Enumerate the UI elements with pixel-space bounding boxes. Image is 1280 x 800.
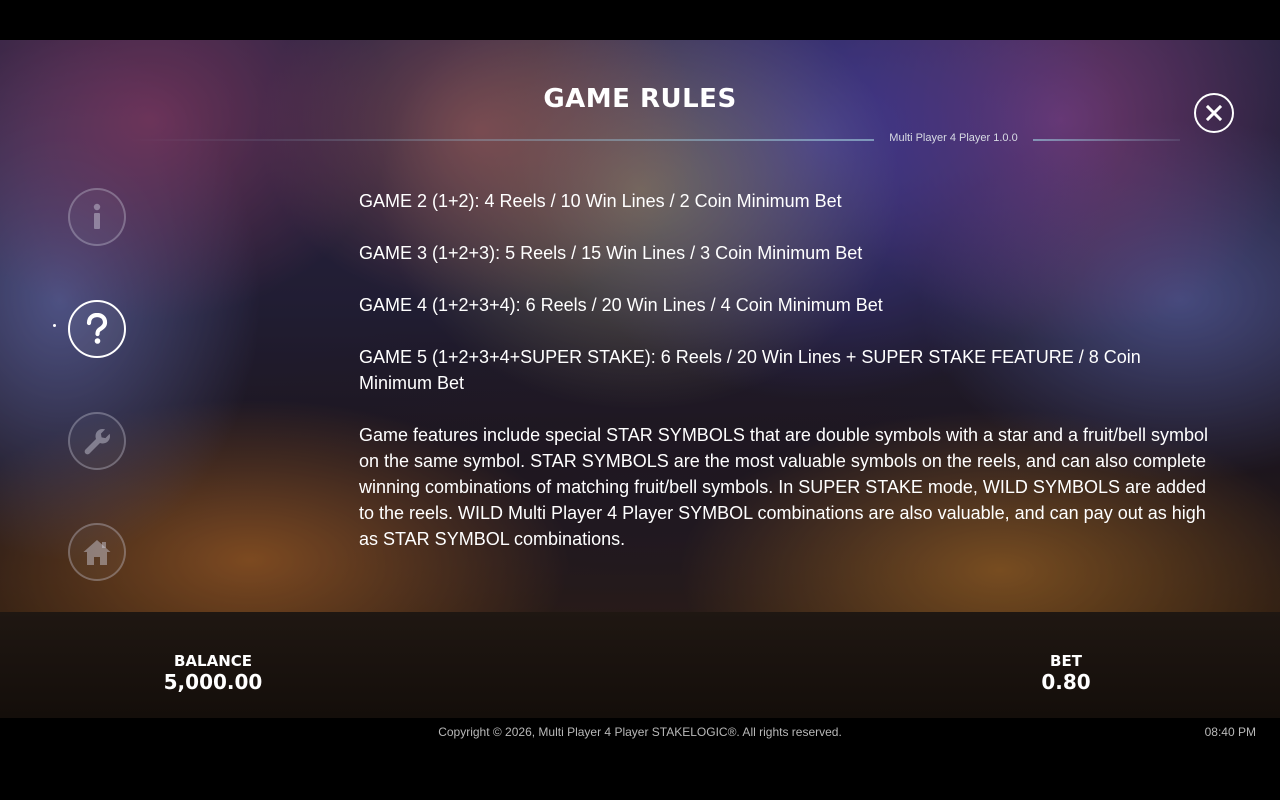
bet-label: BET bbox=[1050, 652, 1082, 670]
close-button[interactable] bbox=[1194, 93, 1234, 133]
footer: Copyright © 2026, Multi Player 4 Player … bbox=[0, 718, 1280, 800]
close-icon bbox=[1205, 104, 1223, 122]
bet-display: BET 0.80 bbox=[1016, 652, 1116, 694]
page-title: GAME RULES bbox=[543, 84, 737, 114]
rule-paragraph: GAME 2 (1+2): 4 Reels / 10 Win Lines / 2… bbox=[359, 191, 842, 211]
home-button[interactable] bbox=[68, 523, 126, 581]
rule-paragraph: GAME 4 (1+2+3+4): 6 Reels / 20 Win Lines… bbox=[359, 295, 883, 315]
rules-text: GAME 2 (1+2): 4 Reels / 10 Win Lines / 2… bbox=[359, 188, 1209, 578]
game-screen: GAME RULES Multi Player 4 Player 1.0.0 G… bbox=[0, 0, 1280, 800]
info-button[interactable] bbox=[68, 188, 126, 246]
settings-button[interactable] bbox=[68, 412, 126, 470]
copyright-text: Copyright © 2026, Multi Player 4 Player … bbox=[438, 725, 842, 739]
balance-display: BALANCE 5,000.00 bbox=[143, 652, 283, 694]
rule-paragraph: GAME 3 (1+2+3): 5 Reels / 15 Win Lines /… bbox=[359, 243, 863, 263]
balance-value: 5,000.00 bbox=[163, 670, 263, 694]
help-button[interactable] bbox=[68, 300, 126, 358]
title-divider-right bbox=[1033, 139, 1180, 141]
status-bar: BALANCE 5,000.00 BET 0.80 bbox=[0, 612, 1280, 718]
top-bar bbox=[0, 0, 1280, 40]
home-icon bbox=[83, 540, 111, 565]
nav-indicator-dot bbox=[53, 324, 56, 327]
game-rules-panel: GAME RULES Multi Player 4 Player 1.0.0 G… bbox=[0, 40, 1280, 612]
version-label: Multi Player 4 Player 1.0.0 bbox=[889, 132, 1018, 144]
rule-paragraph: Game features include special STAR SYMBO… bbox=[359, 425, 1209, 549]
info-icon bbox=[93, 203, 101, 229]
wrench-icon bbox=[84, 429, 110, 455]
clock: 08:40 PM bbox=[1204, 725, 1256, 739]
question-icon bbox=[86, 313, 108, 344]
rule-paragraph: GAME 5 (1+2+3+4+SUPER STAKE): 6 Reels / … bbox=[359, 347, 1141, 393]
bet-value: 0.80 bbox=[1041, 670, 1091, 694]
title-divider-left bbox=[128, 139, 874, 141]
balance-label: BALANCE bbox=[173, 652, 253, 670]
